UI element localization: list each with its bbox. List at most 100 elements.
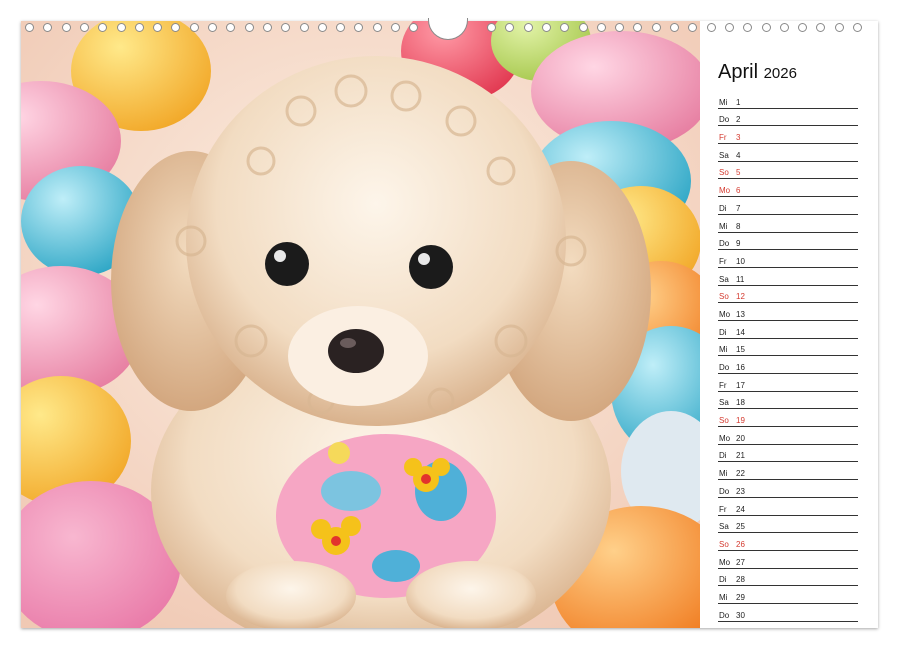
weekday-label: Mi bbox=[719, 345, 727, 354]
day-number: 9 bbox=[736, 239, 740, 248]
weekday-label: Fr bbox=[719, 257, 727, 266]
binding-ring bbox=[633, 23, 642, 32]
calendar-panel: April 2026 Mi1Do2Fr3Sa4So5Mo6Di7Mi8Do9Fr… bbox=[700, 21, 878, 628]
weekday-label: Do bbox=[719, 239, 729, 248]
weekday-label: Mo bbox=[719, 186, 730, 195]
month-name: April bbox=[718, 61, 758, 83]
day-row: Mi22 bbox=[718, 462, 858, 480]
day-row: Di14 bbox=[718, 321, 858, 339]
day-number: 29 bbox=[736, 593, 745, 602]
day-row: Mo13 bbox=[718, 303, 858, 321]
binding-ring bbox=[208, 23, 217, 32]
weekday-label: Mo bbox=[719, 434, 730, 443]
day-number: 23 bbox=[736, 487, 745, 496]
binding-ring bbox=[688, 23, 697, 32]
binding-ring bbox=[226, 23, 235, 32]
day-row: Do 30 bbox=[718, 604, 858, 622]
binding-ring bbox=[670, 23, 679, 32]
day-row: Di21 bbox=[718, 445, 858, 463]
binding-ring bbox=[117, 23, 126, 32]
binding-ring bbox=[505, 23, 514, 32]
day-number: 7 bbox=[736, 204, 740, 213]
binding-ring bbox=[391, 23, 400, 32]
day-number: 22 bbox=[736, 469, 745, 478]
day-number: 8 bbox=[736, 222, 740, 231]
weekday-label: So bbox=[719, 168, 729, 177]
binding-ring bbox=[579, 23, 588, 32]
day-number: 2 bbox=[736, 115, 740, 124]
binding-ring bbox=[615, 23, 624, 32]
binding-ring bbox=[80, 23, 89, 32]
weekday-label: Sa bbox=[719, 151, 729, 160]
day-row: Fr 3 bbox=[718, 126, 858, 144]
day-row: Mo20 bbox=[718, 427, 858, 445]
binding-ring bbox=[524, 23, 533, 32]
binding-ring bbox=[25, 23, 34, 32]
binding-ring bbox=[354, 23, 363, 32]
weekday-label: Sa bbox=[719, 522, 729, 531]
puppy-photo bbox=[21, 21, 700, 628]
weekday-label: Do bbox=[719, 487, 729, 496]
day-number: 30 bbox=[736, 611, 745, 620]
day-row: So 5 bbox=[718, 162, 858, 180]
binding-ring bbox=[245, 23, 254, 32]
day-row: Di 7 bbox=[718, 197, 858, 215]
day-number: 15 bbox=[736, 345, 745, 354]
binding-ring bbox=[542, 23, 551, 32]
day-number: 21 bbox=[736, 451, 745, 460]
day-row: Sa 18 bbox=[718, 392, 858, 410]
day-row: So 26 bbox=[718, 533, 858, 551]
day-number: 10 bbox=[736, 257, 745, 266]
binding-ring bbox=[336, 23, 345, 32]
day-number: 26 bbox=[736, 540, 745, 549]
weekday-label: Fr bbox=[719, 381, 727, 390]
day-number: 18 bbox=[736, 398, 745, 407]
day-row: Do 9 bbox=[718, 233, 858, 251]
day-row: Sa25 bbox=[718, 516, 858, 534]
binding-ring bbox=[98, 23, 107, 32]
day-number: 12 bbox=[736, 292, 745, 301]
binding-ring bbox=[281, 23, 290, 32]
month-heading: April 2026 bbox=[718, 61, 797, 84]
day-row: Fr17 bbox=[718, 374, 858, 392]
binding-ring bbox=[263, 23, 272, 32]
binding-ring bbox=[62, 23, 71, 32]
binding-ring bbox=[373, 23, 382, 32]
binding-ring bbox=[300, 23, 309, 32]
weekday-label: Sa bbox=[719, 398, 729, 407]
day-row: Mi 15 bbox=[718, 339, 858, 357]
day-row: Mo6 bbox=[718, 179, 858, 197]
binding-ring bbox=[409, 23, 418, 32]
binding-ring bbox=[318, 23, 327, 32]
calendar-page: April 2026 Mi1Do2Fr3Sa4So5Mo6Di7Mi8Do9Fr… bbox=[21, 21, 878, 628]
weekday-label: So bbox=[719, 540, 729, 549]
day-row: So 19 bbox=[718, 409, 858, 427]
day-row: Mi8 bbox=[718, 215, 858, 233]
weekday-label: Sa bbox=[719, 275, 729, 284]
weekday-label: Do bbox=[719, 363, 729, 372]
day-row: Sa 4 bbox=[718, 144, 858, 162]
day-number: 11 bbox=[736, 275, 744, 284]
day-number: 24 bbox=[736, 505, 745, 514]
year: 2026 bbox=[764, 65, 797, 82]
binding-ring bbox=[560, 23, 569, 32]
weekday-label: Mi bbox=[719, 98, 727, 107]
day-number: 1 bbox=[736, 98, 740, 107]
day-number: 19 bbox=[736, 416, 745, 425]
weekday-label: Do bbox=[719, 611, 729, 620]
day-row: Mi29 bbox=[718, 586, 858, 604]
day-row: Mo27 bbox=[718, 551, 858, 569]
weekday-label: Di bbox=[719, 204, 727, 213]
day-number: 3 bbox=[736, 133, 740, 142]
day-number: 5 bbox=[736, 168, 740, 177]
weekday-label: Di bbox=[719, 328, 727, 337]
binding-ring bbox=[135, 23, 144, 32]
weekday-label: Di bbox=[719, 575, 727, 584]
day-number: 4 bbox=[736, 151, 740, 160]
binding-ring bbox=[597, 23, 606, 32]
weekday-label: So bbox=[719, 416, 729, 425]
weekday-label: Fr bbox=[719, 133, 727, 142]
day-row: Di28 bbox=[718, 569, 858, 587]
day-number: 16 bbox=[736, 363, 745, 372]
weekday-label: Do bbox=[719, 115, 729, 124]
